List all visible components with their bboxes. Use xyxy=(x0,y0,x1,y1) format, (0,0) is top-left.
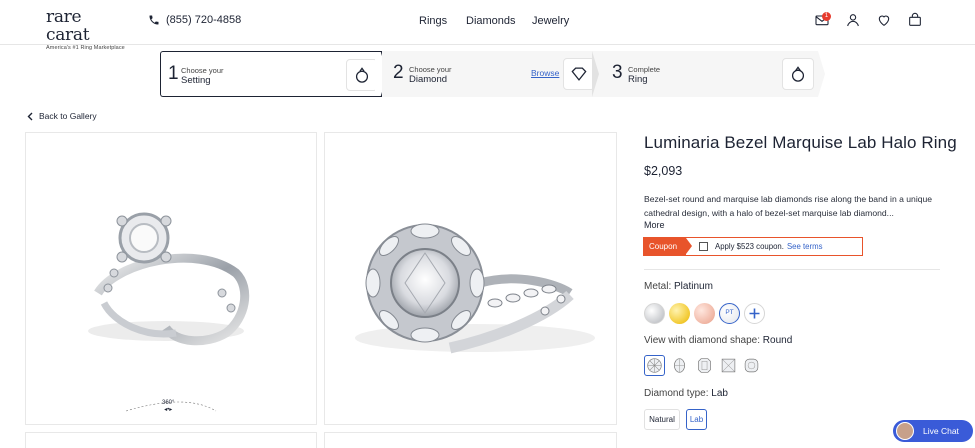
product-image-thumb[interactable] xyxy=(25,432,317,448)
back-to-gallery-link[interactable]: Back to Gallery xyxy=(27,111,97,121)
step-subtitle: Choose your xyxy=(181,66,224,75)
logo-tagline: America's #1 Ring Marketplace xyxy=(46,45,125,51)
ring-setting-icon xyxy=(346,59,378,91)
step-complete[interactable]: 3 Complete Ring xyxy=(600,51,818,97)
step-subtitle: Complete xyxy=(628,65,661,74)
coupon-text: Apply $523 coupon. xyxy=(715,242,784,251)
metal-swatch-yellow-gold[interactable] xyxy=(669,303,690,324)
phone-link[interactable]: (855) 720-4858 xyxy=(148,14,241,26)
nav-rings[interactable]: Rings xyxy=(419,15,447,27)
mail-badge: 1 xyxy=(822,12,831,21)
product-image-thumb[interactable] xyxy=(324,432,617,448)
rotate-360-label: 360° xyxy=(162,400,175,406)
step-title: Diamond xyxy=(409,74,448,85)
metal-swatch-platinum[interactable]: PT xyxy=(719,303,740,324)
coupon-tag: Coupon xyxy=(644,238,692,255)
step-diamond[interactable]: 2 Choose your Diamond Browse xyxy=(382,51,600,97)
product-image-front[interactable] xyxy=(324,132,617,425)
agent-avatar xyxy=(896,422,914,440)
step-arrow xyxy=(818,51,825,97)
diamond-type-natural-button[interactable]: Natural xyxy=(644,409,680,430)
rotate-360-icon[interactable]: 360° ◂•▸ xyxy=(162,400,174,413)
product-title: Luminaria Bezel Marquise Lab Halo Ring xyxy=(644,133,957,152)
diamond-type-label-text: Diamond type: xyxy=(644,388,709,399)
more-link[interactable]: More xyxy=(644,220,665,230)
shape-value: Round xyxy=(762,335,793,346)
step-number: 1 xyxy=(168,63,179,84)
chevron-left-icon xyxy=(27,112,33,120)
plus-icon xyxy=(749,308,760,319)
back-label: Back to Gallery xyxy=(39,111,97,121)
diamond-type-label: Diamond type: Lab xyxy=(644,388,728,399)
more-metals-button[interactable] xyxy=(744,303,765,324)
see-terms-link[interactable]: See terms xyxy=(787,242,823,251)
shape-oval-button[interactable] xyxy=(669,355,690,376)
metal-value: Platinum xyxy=(674,281,713,292)
metal-swatch-rose-gold[interactable] xyxy=(694,303,715,324)
ring-side-view-image xyxy=(88,212,250,412)
live-chat-button[interactable]: Live Chat xyxy=(893,420,973,442)
emerald-diamond-icon xyxy=(698,358,711,373)
step-setting[interactable]: 1 Choose your Setting xyxy=(160,51,382,97)
nav-diamonds[interactable]: Diamonds xyxy=(466,15,516,27)
shape-cushion-button[interactable] xyxy=(741,355,762,376)
metal-label-text: Metal: xyxy=(644,281,672,292)
divider xyxy=(644,269,940,270)
apply-coupon-checkbox[interactable] xyxy=(699,242,708,251)
round-diamond-icon xyxy=(647,358,662,373)
step-subtitle: Choose your xyxy=(409,65,452,74)
diamond-icon xyxy=(563,58,595,90)
logo[interactable]: rare carat America's #1 Ring Marketplace xyxy=(46,8,126,51)
metal-swatch-white-gold[interactable] xyxy=(644,303,665,324)
coupon-box: Coupon Apply $523 coupon. See terms xyxy=(643,237,863,256)
product-price: $2,093 xyxy=(644,164,683,178)
product-image-360[interactable] xyxy=(25,132,317,425)
metal-label: Metal: Platinum xyxy=(644,281,713,292)
shape-princess-button[interactable] xyxy=(718,355,739,376)
diamond-type-lab-button[interactable]: Lab xyxy=(686,409,707,430)
princess-diamond-icon xyxy=(721,358,736,373)
diamond-type-value: Lab xyxy=(711,388,728,399)
browse-diamonds-link[interactable]: Browse xyxy=(531,68,559,78)
shape-round-button[interactable] xyxy=(644,355,665,376)
nav-jewelry[interactable]: Jewelry xyxy=(532,15,569,27)
step-title: Setting xyxy=(181,75,211,86)
bag-icon[interactable] xyxy=(907,12,923,28)
step-number: 2 xyxy=(393,62,404,83)
build-ring-stepper: 1 Choose your Setting 2 Choose your Diam… xyxy=(160,51,825,97)
cushion-diamond-icon xyxy=(744,358,759,373)
complete-ring-icon xyxy=(782,58,814,90)
live-chat-label: Live Chat xyxy=(923,426,959,436)
heart-icon[interactable] xyxy=(876,12,892,28)
shape-emerald-button[interactable] xyxy=(694,355,715,376)
shape-label-text: View with diamond shape: xyxy=(644,335,760,346)
oval-diamond-icon xyxy=(674,358,685,373)
product-description: Bezel-set round and marquise lab diamond… xyxy=(644,194,933,218)
site-header: rare carat America's #1 Ring Marketplace… xyxy=(0,0,975,51)
step-title: Ring xyxy=(628,74,648,85)
phone-number: (855) 720-4858 xyxy=(166,14,242,26)
phone-icon xyxy=(149,15,159,25)
user-icon[interactable] xyxy=(845,12,861,28)
shape-label: View with diamond shape: Round xyxy=(644,335,792,346)
step-number: 3 xyxy=(612,62,623,83)
ring-front-view-image xyxy=(355,223,595,354)
logo-text: rare carat xyxy=(46,7,90,45)
